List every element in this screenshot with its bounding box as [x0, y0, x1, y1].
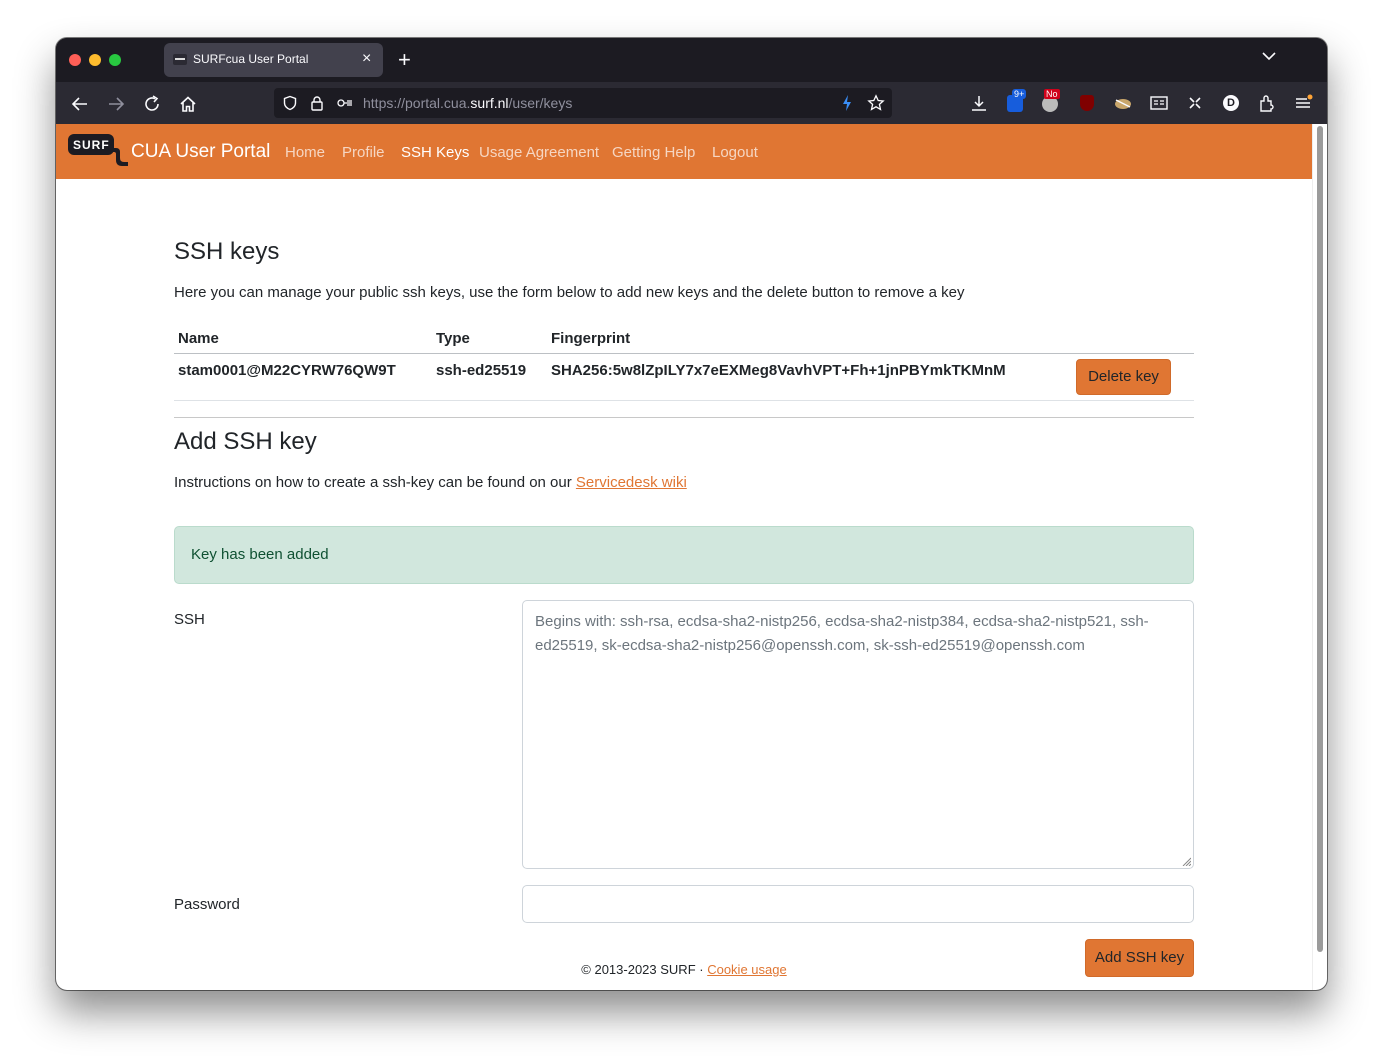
star-icon[interactable]: [867, 94, 885, 112]
shield-icon[interactable]: [282, 95, 298, 111]
scrollbar-thumb[interactable]: [1317, 126, 1323, 952]
surf-logo-text: SURF: [73, 138, 110, 152]
nav-usage-agreement[interactable]: Usage Agreement: [479, 144, 599, 161]
noscript-badge: No: [1044, 89, 1060, 99]
reload-icon[interactable]: [138, 90, 166, 118]
ublock-icon[interactable]: [1076, 92, 1098, 114]
section-divider: [174, 417, 1194, 418]
browser-toolbar: https://portal.cua.surf.nl/user/keys 9+ …: [56, 82, 1327, 124]
key-type: ssh-ed25519: [436, 362, 527, 379]
page-content: SURF CUA User Portal Home Profile SSH Ke…: [56, 124, 1312, 990]
tab-title: SURFcua User Portal: [193, 52, 309, 66]
brand-title[interactable]: CUA User Portal: [131, 141, 270, 163]
table-header-divider: [174, 353, 1194, 354]
site-navbar: SURF CUA User Portal Home Profile SSH Ke…: [56, 124, 1312, 179]
page-footer: © 2013-2023 SURF · Cookie usage: [56, 962, 1312, 977]
key-name: stam0001@M22CYRW76QW9T: [178, 362, 396, 379]
account-icon[interactable]: D: [1220, 92, 1242, 114]
browser-tab[interactable]: SURFcua User Portal ×: [164, 43, 383, 77]
success-alert: Key has been added: [174, 526, 1194, 584]
chevron-down-icon[interactable]: [1259, 46, 1279, 66]
bitwarden-icon[interactable]: 9+: [1004, 89, 1027, 114]
back-icon[interactable]: [66, 90, 94, 118]
zoom-window-button[interactable]: [109, 54, 121, 66]
add-ssh-key-heading: Add SSH key: [174, 428, 317, 455]
key-fingerprint: SHA256:5w8lZpILY7x7eEXMeg8VavhVPT+Fh+1jn…: [551, 362, 1006, 379]
column-header-type: Type: [436, 330, 470, 347]
ssh-keys-description: Here you can manage your public ssh keys…: [174, 284, 965, 301]
nav-logout[interactable]: Logout: [712, 144, 758, 161]
password-field[interactable]: [522, 885, 1194, 923]
reader-icon[interactable]: [1148, 92, 1170, 114]
menu-icon[interactable]: [1292, 92, 1314, 114]
instructions-prefix: Instructions on how to create a ssh-key …: [174, 474, 576, 491]
screenshot-icon[interactable]: [1184, 92, 1206, 114]
lock-icon[interactable]: [309, 95, 325, 111]
resize-handle-icon[interactable]: [1181, 856, 1191, 866]
url-text[interactable]: https://portal.cua.surf.nl/user/keys: [363, 95, 572, 111]
tab-close-icon[interactable]: ×: [362, 49, 371, 69]
url-bar[interactable]: https://portal.cua.surf.nl/user/keys: [274, 88, 892, 118]
copyright-text: © 2013-2023 SURF ·: [581, 962, 708, 977]
lightning-icon[interactable]: [840, 94, 854, 112]
cookie-usage-link[interactable]: Cookie usage: [707, 962, 787, 977]
delete-key-button[interactable]: Delete key: [1076, 359, 1171, 395]
ssh-keys-heading: SSH keys: [174, 238, 280, 265]
surf-favicon-icon: [173, 54, 187, 65]
close-window-button[interactable]: [69, 54, 81, 66]
download-icon[interactable]: [968, 92, 990, 114]
noscript-icon[interactable]: No: [1040, 89, 1062, 114]
surf-logo[interactable]: SURF: [68, 134, 128, 166]
minimize-window-button[interactable]: [89, 54, 101, 66]
table-bottom-divider: [174, 400, 1194, 401]
ssh-key-textarea[interactable]: Begins with: ssh-rsa, ecdsa-sha2-nistp25…: [522, 600, 1194, 869]
url-path: /user/keys: [508, 95, 573, 111]
extensions-icon[interactable]: [1256, 92, 1278, 114]
nav-home[interactable]: Home: [285, 144, 325, 161]
servicedesk-wiki-link[interactable]: Servicedesk wiki: [576, 474, 687, 491]
browser-window: SURFcua User Portal × + https://portal.c…: [56, 38, 1327, 990]
avatar-letter: D: [1227, 97, 1235, 109]
ssh-key-placeholder: Begins with: ssh-rsa, ecdsa-sha2-nistp25…: [535, 613, 1149, 654]
nav-profile[interactable]: Profile: [342, 144, 385, 161]
extension-icon[interactable]: [1112, 92, 1134, 114]
forward-icon[interactable]: [102, 90, 130, 118]
url-prefix: https://portal.cua.: [363, 95, 471, 111]
page-scrollbar[interactable]: [1312, 124, 1327, 990]
alert-message: Key has been added: [191, 546, 329, 563]
tab-strip: SURFcua User Portal × +: [56, 38, 1327, 82]
new-tab-button[interactable]: +: [398, 48, 411, 72]
password-label: Password: [174, 896, 240, 913]
bitwarden-badge: 9+: [1012, 89, 1027, 99]
url-host: surf.nl: [470, 95, 509, 111]
nav-getting-help[interactable]: Getting Help: [612, 144, 695, 161]
column-header-fingerprint: Fingerprint: [551, 330, 631, 347]
instructions-text: Instructions on how to create a ssh-key …: [174, 474, 687, 491]
nav-ssh-keys[interactable]: SSH Keys: [401, 144, 469, 161]
ssh-label: SSH: [174, 611, 205, 628]
home-icon[interactable]: [174, 90, 202, 118]
column-header-name: Name: [178, 330, 219, 347]
permissions-icon[interactable]: [336, 95, 354, 111]
